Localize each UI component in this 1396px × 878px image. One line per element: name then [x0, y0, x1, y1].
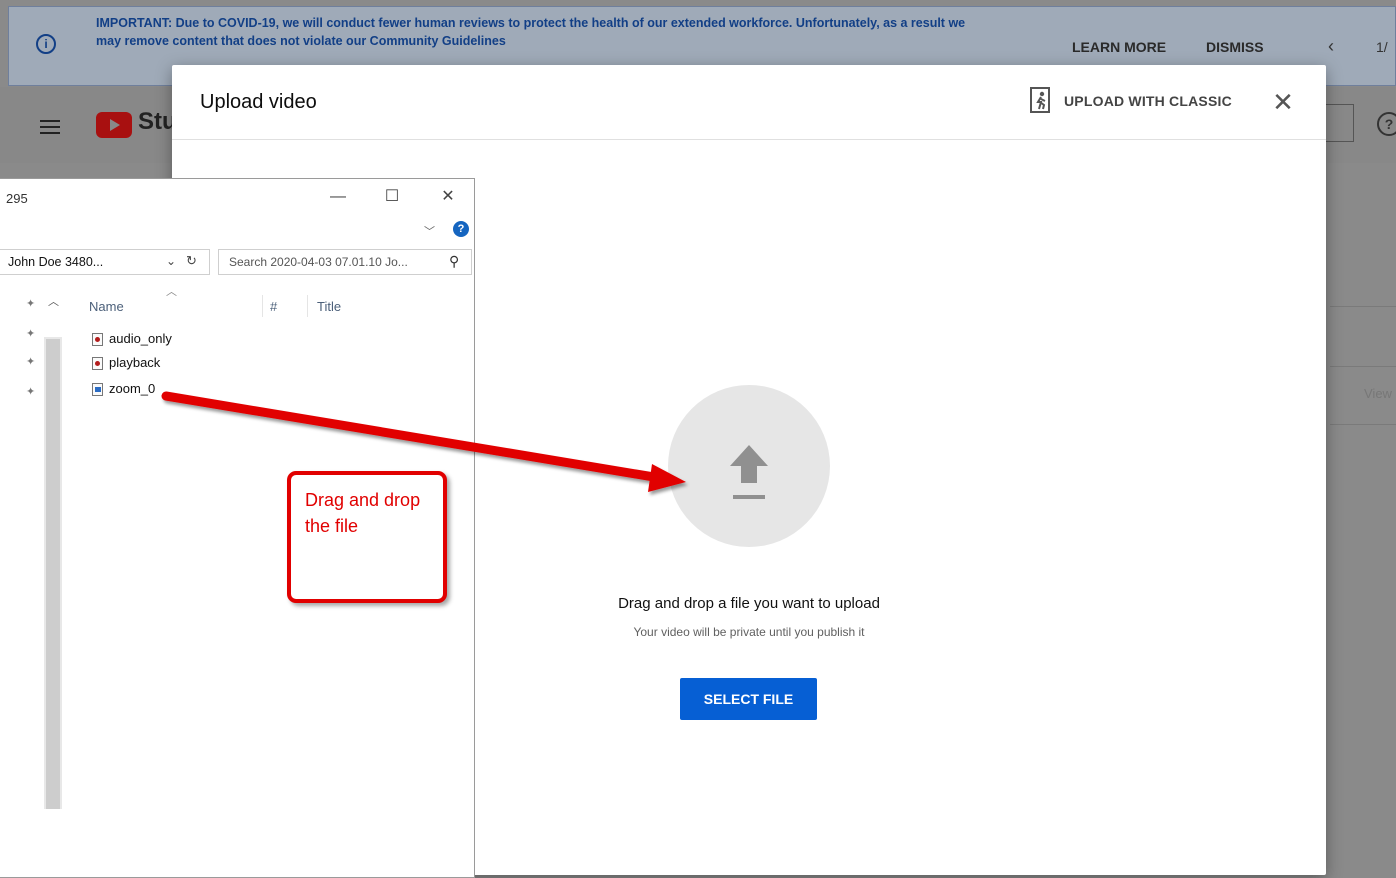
refresh-icon[interactable]: ↻: [186, 253, 197, 269]
banner-message: IMPORTANT: Due to COVID-19, we will cond…: [96, 16, 966, 48]
scroll-up-icon[interactable]: ︿: [48, 293, 59, 309]
close-icon[interactable]: ✕: [1270, 89, 1296, 115]
upload-with-classic-button[interactable]: UPLOAD WITH CLASSIC: [1064, 93, 1232, 109]
chevron-down-icon[interactable]: ⌄: [166, 254, 176, 268]
pin-icon[interactable]: ✦: [26, 297, 35, 310]
search-box[interactable]: Search 2020-04-03 07.01.10 Jo... ⚲: [218, 249, 472, 275]
search-input[interactable]: Search 2020-04-03 07.01.10 Jo...: [229, 255, 408, 269]
divider: [1330, 424, 1396, 425]
divider: [1330, 306, 1396, 307]
chevron-left-icon[interactable]: ‹: [1328, 36, 1334, 57]
column-header-number[interactable]: #: [270, 299, 277, 314]
search-icon[interactable]: ⚲: [449, 253, 459, 270]
minimize-button[interactable]: —: [318, 185, 358, 209]
dialog-divider: [172, 139, 1326, 140]
menu-icon[interactable]: [40, 120, 60, 134]
column-header-title[interactable]: Title: [317, 299, 341, 314]
play-icon: [110, 119, 120, 131]
dialog-title: Upload video: [200, 91, 317, 113]
address-bar[interactable]: John Doe 3480... ⌄ ↻: [0, 249, 210, 275]
file-name: playback: [109, 355, 161, 370]
column-separator[interactable]: [262, 295, 263, 317]
dismiss-button[interactable]: DISMISS: [1206, 39, 1264, 55]
instruction-callout: Drag and drop the file: [287, 471, 447, 603]
nav-scrollbar-thumb[interactable]: [46, 339, 60, 809]
column-header-name[interactable]: Name: [89, 299, 124, 314]
learn-more-button[interactable]: LEARN MORE: [1072, 39, 1166, 55]
file-item[interactable]: zoom_0: [92, 381, 155, 403]
file-name: audio_only: [109, 331, 172, 346]
view-label: View: [1364, 386, 1392, 401]
file-item[interactable]: playback: [92, 355, 160, 377]
close-window-button[interactable]: ✕: [428, 185, 468, 209]
sort-ascending-icon: ︿: [166, 286, 177, 298]
studio-logo-text: Stu: [138, 108, 177, 135]
pin-icon[interactable]: ✦: [26, 327, 35, 340]
address-path: John Doe 3480...: [8, 255, 104, 269]
video-file-icon: [92, 383, 103, 397]
banner-page-indicator: 1/: [1376, 39, 1388, 55]
help-icon[interactable]: ?: [1377, 112, 1396, 136]
help-icon[interactable]: ?: [453, 221, 469, 237]
expand-ribbon-icon[interactable]: ﹀: [424, 223, 435, 239]
maximize-button[interactable]: ☐: [372, 185, 412, 209]
select-file-button[interactable]: SELECT FILE: [680, 678, 817, 720]
column-separator[interactable]: [307, 295, 308, 317]
pin-icon[interactable]: ✦: [26, 355, 35, 368]
callout-text: Drag and drop the file: [305, 490, 421, 536]
audio-file-icon: [92, 357, 103, 371]
audio-file-icon: [92, 333, 103, 347]
divider: [1330, 366, 1396, 367]
file-name: zoom_0: [109, 381, 156, 396]
window-title: 295: [6, 191, 28, 206]
info-icon: i: [36, 34, 56, 54]
upload-arrow-icon: [730, 445, 768, 499]
pin-icon[interactable]: ✦: [26, 385, 35, 398]
file-item[interactable]: audio_only: [92, 331, 172, 353]
exit-icon[interactable]: [1030, 87, 1052, 113]
upload-dropzone[interactable]: [668, 385, 830, 547]
